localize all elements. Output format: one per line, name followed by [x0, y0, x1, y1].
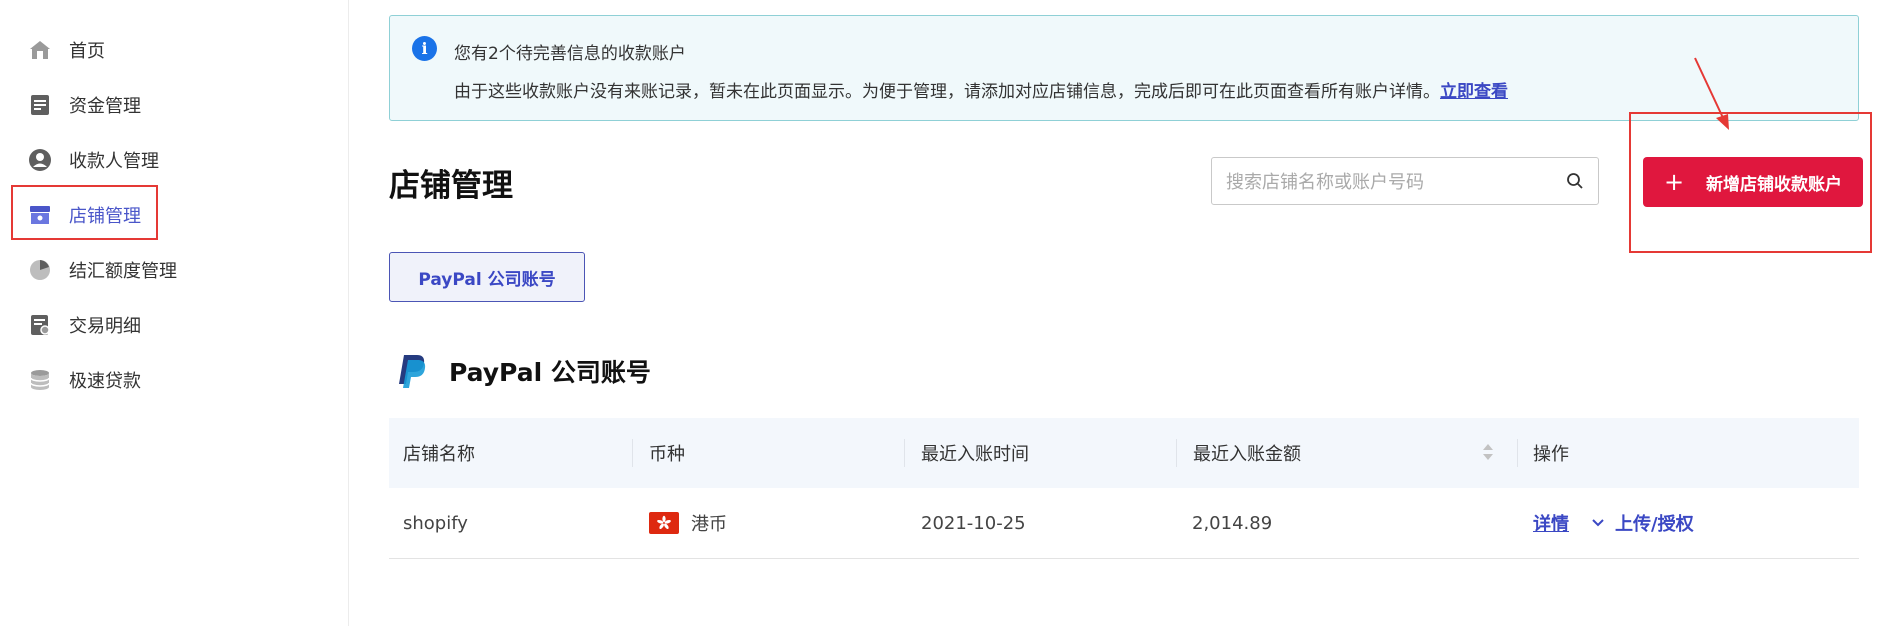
- column-header-last-time: 最近入账时间: [921, 444, 1029, 465]
- column-header-last-amount: 最近入账金额: [1193, 444, 1301, 465]
- paypal-logo-icon: [399, 355, 426, 388]
- section-title: PayPal 公司账号: [449, 358, 651, 387]
- sort-icon[interactable]: [1482, 440, 1494, 464]
- tab-paypal-company-account[interactable]: PayPal 公司账号: [389, 252, 585, 302]
- home-icon: [30, 41, 50, 59]
- hong-kong-flag-icon: [649, 512, 679, 534]
- notice-body: 由于这些收款账户没有来账记录，暂未在此页面显示。为便于管理，请添加对应店铺信息，…: [454, 77, 1508, 102]
- cell-last-amount: 2,014.89: [1192, 512, 1273, 534]
- view-now-link[interactable]: 立即查看: [1440, 82, 1508, 102]
- cell-actions: 详情 上传/授权: [1533, 488, 1694, 558]
- cell-currency: 港币: [649, 488, 727, 558]
- notice-body-text: 由于这些收款账户没有来账记录，暂未在此页面显示。为便于管理，请添加对应店铺信息，…: [454, 82, 1440, 102]
- column-divider: [904, 439, 905, 467]
- table-row: shopify 港币 2021-10-25 2,014.89 详情 上传/授权: [389, 488, 1859, 559]
- info-icon: i: [412, 36, 437, 61]
- annotation-highlight-box: [1629, 112, 1872, 253]
- sidebar-item-label: 交易明细: [69, 316, 141, 337]
- currency-label: 港币: [691, 514, 727, 535]
- sidebar-item-home[interactable]: 首页: [28, 32, 105, 68]
- search-input[interactable]: [1224, 168, 1548, 196]
- column-divider: [1517, 439, 1518, 467]
- document-icon: [31, 95, 49, 115]
- store-accounts-table: 店铺名称 币种 最近入账时间 最近入账金额 操作 shopify 港币 2021…: [389, 418, 1859, 559]
- database-icon: [30, 370, 50, 390]
- notice-title: 您有2个待完善信息的收款账户: [454, 44, 686, 64]
- details-link[interactable]: 详情: [1533, 510, 1569, 536]
- upload-authorize-link: 上传/授权: [1615, 514, 1694, 535]
- column-divider: [632, 439, 633, 467]
- sidebar-item-fast-loan[interactable]: 极速贷款: [28, 362, 141, 398]
- column-header-currency: 币种: [649, 444, 685, 465]
- search-box: [1211, 157, 1599, 205]
- table-header: 店铺名称 币种 最近入账时间 最近入账金额 操作: [389, 418, 1859, 488]
- sidebar-item-fx-quota[interactable]: 结汇额度管理: [28, 252, 177, 288]
- column-header-store-name: 店铺名称: [403, 444, 475, 465]
- chevron-down-icon: [1592, 519, 1604, 527]
- report-icon: [31, 315, 50, 335]
- user-icon: [29, 149, 51, 171]
- sidebar-item-label: 首页: [69, 41, 105, 62]
- sidebar-item-label: 收款人管理: [69, 151, 159, 172]
- sidebar-item-funds[interactable]: 资金管理: [28, 87, 141, 123]
- sidebar-item-payees[interactable]: 收款人管理: [28, 142, 159, 178]
- sidebar-item-label: 结汇额度管理: [69, 261, 177, 282]
- cell-last-time: 2021-10-25: [921, 512, 1026, 534]
- pie-chart-icon: [30, 260, 50, 280]
- active-item-highlight-box: [11, 185, 158, 240]
- search-icon[interactable]: [1566, 172, 1584, 190]
- section-header: PayPal 公司账号: [397, 353, 651, 389]
- cell-store-name: shopify: [403, 512, 468, 534]
- column-header-actions: 操作: [1533, 444, 1569, 465]
- notice-banner: i 您有2个待完善信息的收款账户 由于这些收款账户没有来账记录，暂未在此页面显示…: [389, 15, 1859, 121]
- upload-authorize-dropdown[interactable]: 上传/授权: [1591, 510, 1694, 536]
- sidebar: 首页 资金管理 收款人管理 店铺管理 结汇额度管理 交易明细 极速贷款: [0, 0, 349, 626]
- column-divider: [1176, 439, 1177, 467]
- sidebar-item-label: 极速贷款: [69, 371, 141, 392]
- sidebar-item-transactions[interactable]: 交易明细: [28, 307, 141, 343]
- page-title: 店铺管理: [389, 168, 513, 204]
- sidebar-item-label: 资金管理: [69, 96, 141, 117]
